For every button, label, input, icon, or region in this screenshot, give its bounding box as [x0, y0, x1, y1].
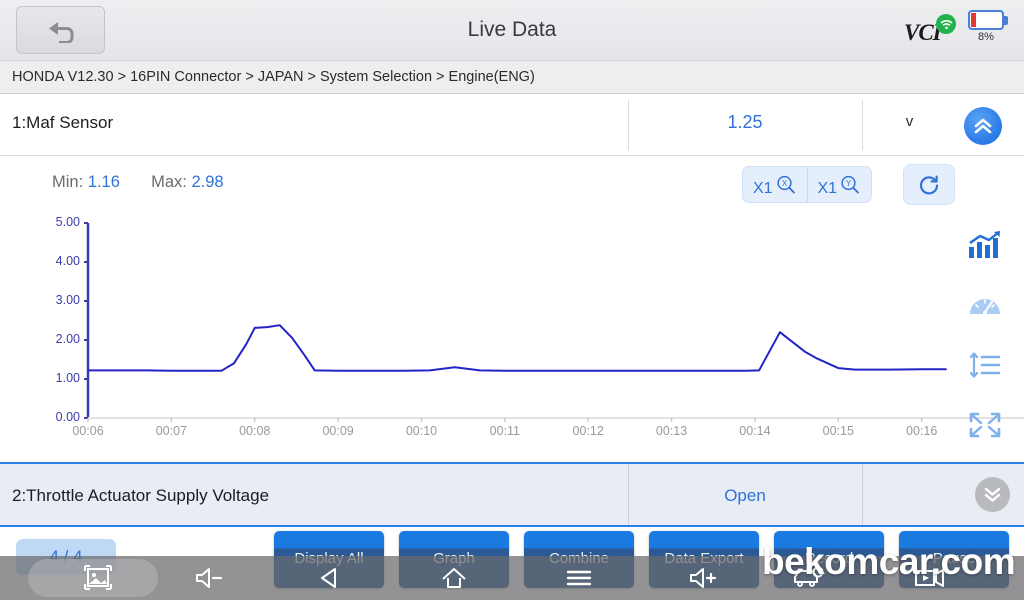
fullscreen-icon — [969, 412, 1001, 438]
chevron-double-up-icon — [974, 118, 992, 134]
wifi-icon — [936, 14, 956, 34]
vci-status: VCI — [904, 14, 956, 48]
scale-list-icon — [969, 352, 1001, 378]
x-tick-label: 00:09 — [322, 424, 354, 438]
max-label: Max: — [151, 173, 187, 191]
max-value: 2.98 — [191, 173, 224, 191]
min-value: 1.16 — [87, 173, 120, 191]
y-zoom-factor: X1 — [817, 179, 838, 197]
refresh-button[interactable] — [903, 164, 955, 205]
site-watermark: bekomcar.com — [762, 541, 1016, 582]
refresh-icon — [919, 175, 939, 194]
chart-tools-rail — [956, 215, 1014, 455]
row2-divider-2 — [862, 464, 863, 525]
y-tick-label: 3.00 — [55, 293, 80, 307]
chart-series-line — [88, 324, 947, 372]
y-tick-label: 5.00 — [55, 215, 80, 229]
nav-home-icon — [442, 568, 466, 588]
datastream-row-2[interactable]: 2:Throttle Actuator Supply Voltage Open — [0, 462, 1024, 527]
x-zoom-button[interactable]: X1 X — [743, 167, 807, 202]
y-tick-label: 1.00 — [55, 371, 80, 385]
screenshot-icon — [84, 565, 112, 590]
minmax-stats: Min: 1.16 Max: 2.98 — [52, 173, 224, 192]
volume-up-button[interactable] — [674, 556, 734, 600]
gauge-icon — [970, 299, 1000, 315]
datastream-row-1[interactable]: 1:Maf Sensor 1.25 v — [0, 94, 1024, 156]
x-zoom-factor: X1 — [752, 179, 773, 197]
page-title: Live Data — [467, 18, 557, 41]
scale-list-button[interactable] — [956, 335, 1014, 395]
battery-cap — [1004, 16, 1008, 25]
y-tick-label: 4.00 — [55, 254, 80, 268]
trend-chart-icon — [969, 231, 1000, 258]
row2-name: 2:Throttle Actuator Supply Voltage — [12, 486, 270, 505]
volume-down-icon — [196, 568, 223, 588]
row1-value: 1.25 — [727, 112, 763, 132]
x-tick-label: 00:07 — [155, 424, 187, 438]
row2-collapse-button[interactable] — [975, 477, 1010, 512]
live-data-chart — [84, 222, 1024, 422]
y-tick-label: 0.00 — [55, 410, 80, 424]
chart-area[interactable]: 0.00 1.00 2.00 3.00 4.00 5.00 00:06 00:07 00:08… — [0, 205, 1024, 450]
nav-back-triangle-icon — [321, 568, 336, 588]
row1-collapse-button[interactable] — [964, 107, 1002, 145]
x-tick-label: 00:14 — [739, 424, 771, 438]
row1-unit: v — [905, 113, 914, 130]
nav-menu-button[interactable] — [549, 556, 609, 600]
live-data-screen: Live Data VCI 8% HONDA V12.30 > 16PIN Co… — [0, 0, 1024, 600]
svg-text:X: X — [781, 179, 787, 188]
x-tick-label: 00:10 — [405, 424, 438, 438]
battery-indicator: 8% — [966, 10, 1012, 50]
trend-chart-button[interactable] — [956, 215, 1014, 275]
x-tick-label: 00:08 — [239, 424, 271, 438]
x-tick-label: 00:13 — [655, 424, 688, 438]
breadcrumb[interactable]: HONDA V12.30 > 16PIN Connector > JAPAN >… — [0, 61, 1024, 94]
screenshot-button[interactable] — [68, 556, 128, 600]
magnifier-y-icon: Y — [841, 175, 859, 193]
zoom-controls: X1 X X1 Y — [742, 166, 872, 203]
nav-home-button[interactable] — [424, 556, 484, 600]
x-tick-label: 00:11 — [489, 424, 520, 438]
nav-back-button[interactable] — [300, 556, 360, 600]
fullscreen-button[interactable] — [956, 395, 1014, 455]
title-bar: Live Data VCI 8% — [0, 0, 1024, 61]
y-zoom-button[interactable]: X1 Y — [806, 167, 872, 202]
x-tick-label: 00:06 — [72, 424, 104, 438]
row1-name: 1:Maf Sensor — [12, 113, 114, 132]
x-tick-label: 00:12 — [572, 424, 604, 438]
volume-down-button[interactable] — [180, 556, 240, 600]
x-tick-label: 00:15 — [822, 424, 854, 438]
volume-up-icon — [690, 568, 717, 588]
y-tick-label: 2.00 — [55, 332, 80, 346]
row2-value: Open — [724, 486, 766, 505]
magnifier-x-icon: X — [776, 175, 795, 193]
nav-menu-icon — [566, 570, 592, 586]
min-label: Min: — [52, 173, 84, 191]
x-tick-label: 00:16 — [906, 424, 938, 438]
battery-fill — [971, 13, 976, 27]
chevron-double-down-icon — [984, 487, 1001, 502]
svg-text:Y: Y — [846, 179, 852, 188]
battery-percent: 8% — [978, 31, 994, 43]
battery-icon — [968, 10, 1004, 30]
gauge-button[interactable] — [956, 275, 1014, 335]
